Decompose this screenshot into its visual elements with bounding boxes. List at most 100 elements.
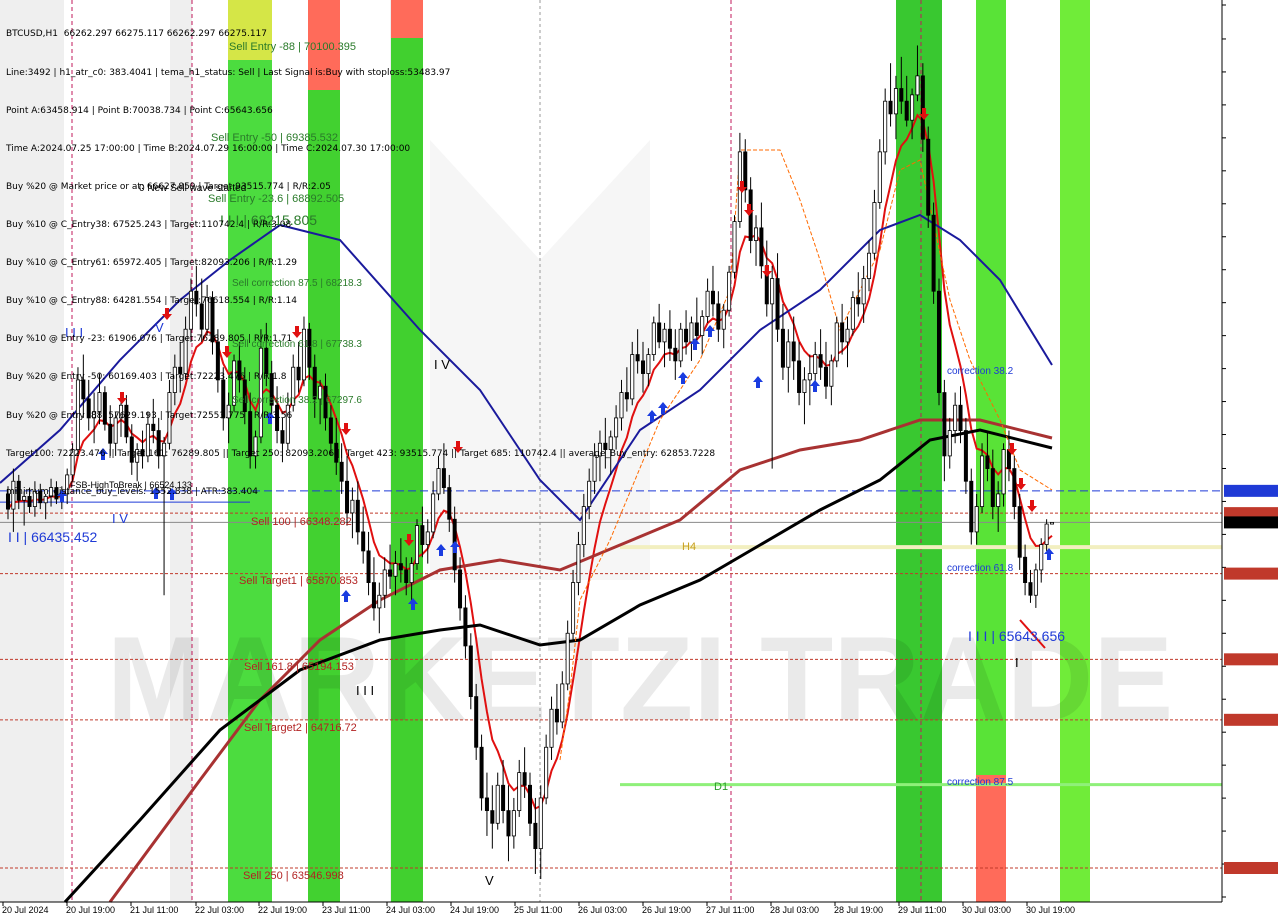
candle <box>797 360 802 393</box>
candle <box>178 366 183 374</box>
candle <box>1012 468 1017 507</box>
candle <box>441 468 446 488</box>
candle <box>463 607 468 647</box>
red-zone <box>976 775 1006 902</box>
candle <box>296 366 301 381</box>
candle <box>775 278 780 330</box>
candle <box>926 138 931 216</box>
candle <box>501 784 506 812</box>
annotation-text: Sell Target2 | 64716.72 <box>244 722 357 734</box>
candle <box>684 328 689 343</box>
x-tick-label: 25 Jul 11:00 <box>514 905 562 915</box>
candle <box>334 442 339 463</box>
candle <box>592 455 597 482</box>
candle <box>915 75 920 96</box>
candle <box>167 392 172 444</box>
candle <box>183 328 188 374</box>
candle <box>867 252 872 279</box>
candle <box>188 290 193 330</box>
candle <box>662 328 667 343</box>
x-tick-label: 21 Jul 11:00 <box>130 905 178 915</box>
candle <box>565 632 570 685</box>
candle <box>608 436 613 450</box>
candle <box>861 278 866 305</box>
wave-label: I <box>1015 655 1019 670</box>
candle <box>382 569 387 596</box>
candle <box>931 214 936 292</box>
annotation-text: Sell Entry -23.6 | 68892.505 <box>208 193 344 205</box>
annotation-text: I I I | 68215.805 <box>220 212 317 228</box>
annotation-text: correction 38.2 <box>947 366 1014 377</box>
candle <box>495 784 500 824</box>
wave-label: I I I <box>65 325 83 340</box>
candle <box>791 341 796 362</box>
x-tick-label: 30 Jul 19:00 <box>1026 905 1075 915</box>
candle <box>947 430 952 457</box>
green-zone <box>391 0 423 902</box>
candle <box>829 360 834 387</box>
candle <box>49 487 54 497</box>
candle <box>414 525 419 564</box>
candle <box>345 480 350 514</box>
candle <box>404 569 409 583</box>
candle <box>635 354 640 362</box>
candle <box>872 202 877 254</box>
candle <box>689 322 694 343</box>
annotation-text: Sell 100 | 66348.282 <box>251 516 352 528</box>
candle <box>603 442 608 450</box>
candle <box>474 696 479 748</box>
wave-label: V <box>155 320 164 335</box>
candle <box>877 151 882 203</box>
candle <box>1028 582 1033 596</box>
candle <box>1001 449 1006 495</box>
candle <box>651 322 656 355</box>
candle <box>377 594 382 609</box>
candle <box>97 392 102 412</box>
candle <box>754 227 759 241</box>
annotation-text: I I I | 65643.656 <box>968 628 1065 644</box>
price-axis <box>1221 0 1280 920</box>
candle <box>264 347 269 374</box>
candle <box>802 379 807 393</box>
candle <box>38 490 43 504</box>
candle <box>102 392 107 425</box>
candle <box>253 436 258 457</box>
candle <box>86 398 91 419</box>
candle <box>113 417 118 444</box>
candle <box>1049 522 1055 525</box>
candle <box>145 423 150 457</box>
candle <box>904 100 909 121</box>
candle <box>81 379 86 400</box>
wave-label: I V <box>434 357 450 372</box>
candle <box>172 366 177 393</box>
candle <box>710 290 715 305</box>
candle <box>54 487 59 500</box>
axis-background <box>1222 0 1280 920</box>
candle <box>22 496 27 501</box>
candle <box>657 322 662 343</box>
candle <box>1023 556 1028 583</box>
candle <box>549 708 554 748</box>
candle <box>1017 506 1022 558</box>
annotation-text: Sell correction 87.5 | 68218.3 <box>232 278 362 289</box>
x-tick-label: 23 Jul 11:00 <box>322 905 370 915</box>
x-tick-label: 27 Jul 11:00 <box>706 905 754 915</box>
candle <box>985 455 990 469</box>
candle <box>458 569 463 609</box>
candle <box>350 499 355 514</box>
candle <box>226 404 231 419</box>
candle <box>888 100 893 115</box>
candle <box>16 480 21 501</box>
candle <box>920 75 925 140</box>
candle <box>420 525 425 545</box>
candle <box>614 417 619 438</box>
candle <box>506 810 511 837</box>
candle <box>727 271 732 311</box>
candle <box>996 493 1001 507</box>
candle <box>517 772 522 812</box>
annotation-text: I I | 66435.452 <box>8 529 97 545</box>
candle <box>963 430 968 482</box>
candle <box>856 297 861 305</box>
green-zone <box>1060 0 1090 902</box>
candle <box>27 496 32 507</box>
